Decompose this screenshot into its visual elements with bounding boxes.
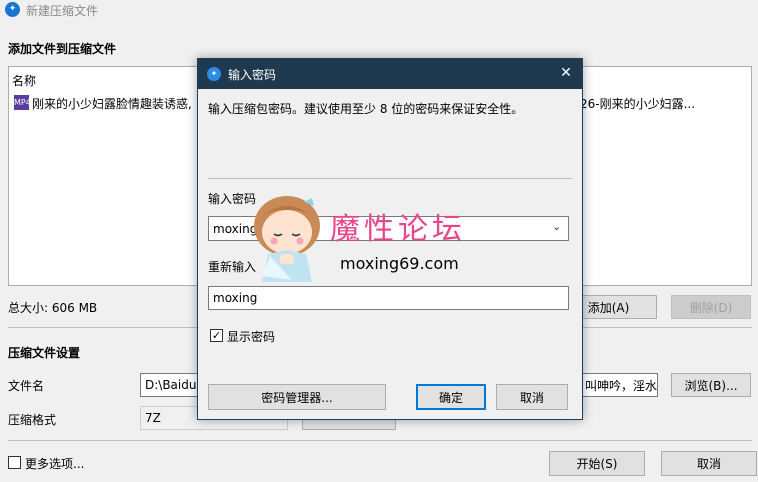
chevron-down-icon[interactable]: ⌄	[552, 220, 566, 236]
watermark-url-text: moxing69.com	[340, 254, 459, 273]
total-size-label: 总大小: 606 MB	[8, 301, 98, 315]
show-password-label[interactable]: 显示密码	[227, 328, 275, 345]
dialog-title: 输入密码	[228, 68, 277, 82]
file-list-item-path[interactable]: 26-刚来的小少妇露...	[580, 95, 695, 112]
footer-divider	[8, 440, 752, 441]
app-logo-icon: ✦	[5, 2, 20, 17]
start-button[interactable]: 开始(S)	[549, 451, 645, 476]
ok-button[interactable]: 确定	[416, 384, 486, 410]
archive-format-label: 压缩格式	[8, 413, 57, 427]
password-manager-button[interactable]: 密码管理器...	[208, 384, 386, 410]
file-list-item-name[interactable]: 刚来的小少妇露脸情趣装诱惑,	[32, 95, 192, 112]
dialog-cancel-button[interactable]: 取消	[496, 384, 568, 410]
delete-button[interactable]: 删除(D)	[671, 295, 751, 319]
window-title: 新建压缩文件	[26, 4, 99, 18]
filename-input[interactable]: D:\Baidu	[140, 373, 200, 397]
filename-label: 文件名	[8, 379, 45, 393]
video-file-icon: MP4	[14, 95, 31, 110]
main-cancel-button[interactable]: 取消	[661, 451, 757, 476]
dialog-description: 输入压缩包密码。建议使用至少 8 位的密码来保证安全性。	[208, 102, 524, 116]
show-password-checkbox[interactable]: ✓	[210, 329, 223, 342]
archive-settings-section-title: 压缩文件设置	[8, 346, 81, 360]
window-titlebar	[0, 0, 758, 20]
filename-input-tail[interactable]: 叫呻吟，淫水	[580, 373, 658, 397]
confirm-password-input[interactable]: moxing	[208, 286, 569, 310]
column-header-name[interactable]: 名称	[12, 72, 36, 89]
add-files-section-title: 添加文件到压缩文件	[8, 42, 117, 56]
more-options-label[interactable]: 更多选项...	[25, 455, 84, 472]
mascot-girl-icon	[242, 190, 332, 286]
dialog-app-icon: ✦	[207, 67, 221, 81]
dialog-divider	[208, 178, 572, 179]
watermark-logo-text: 魔性论坛	[330, 212, 466, 247]
close-icon[interactable]: ✕	[556, 63, 576, 83]
browse-button[interactable]: 浏览(B)...	[671, 373, 751, 397]
more-options-checkbox[interactable]	[8, 456, 21, 469]
